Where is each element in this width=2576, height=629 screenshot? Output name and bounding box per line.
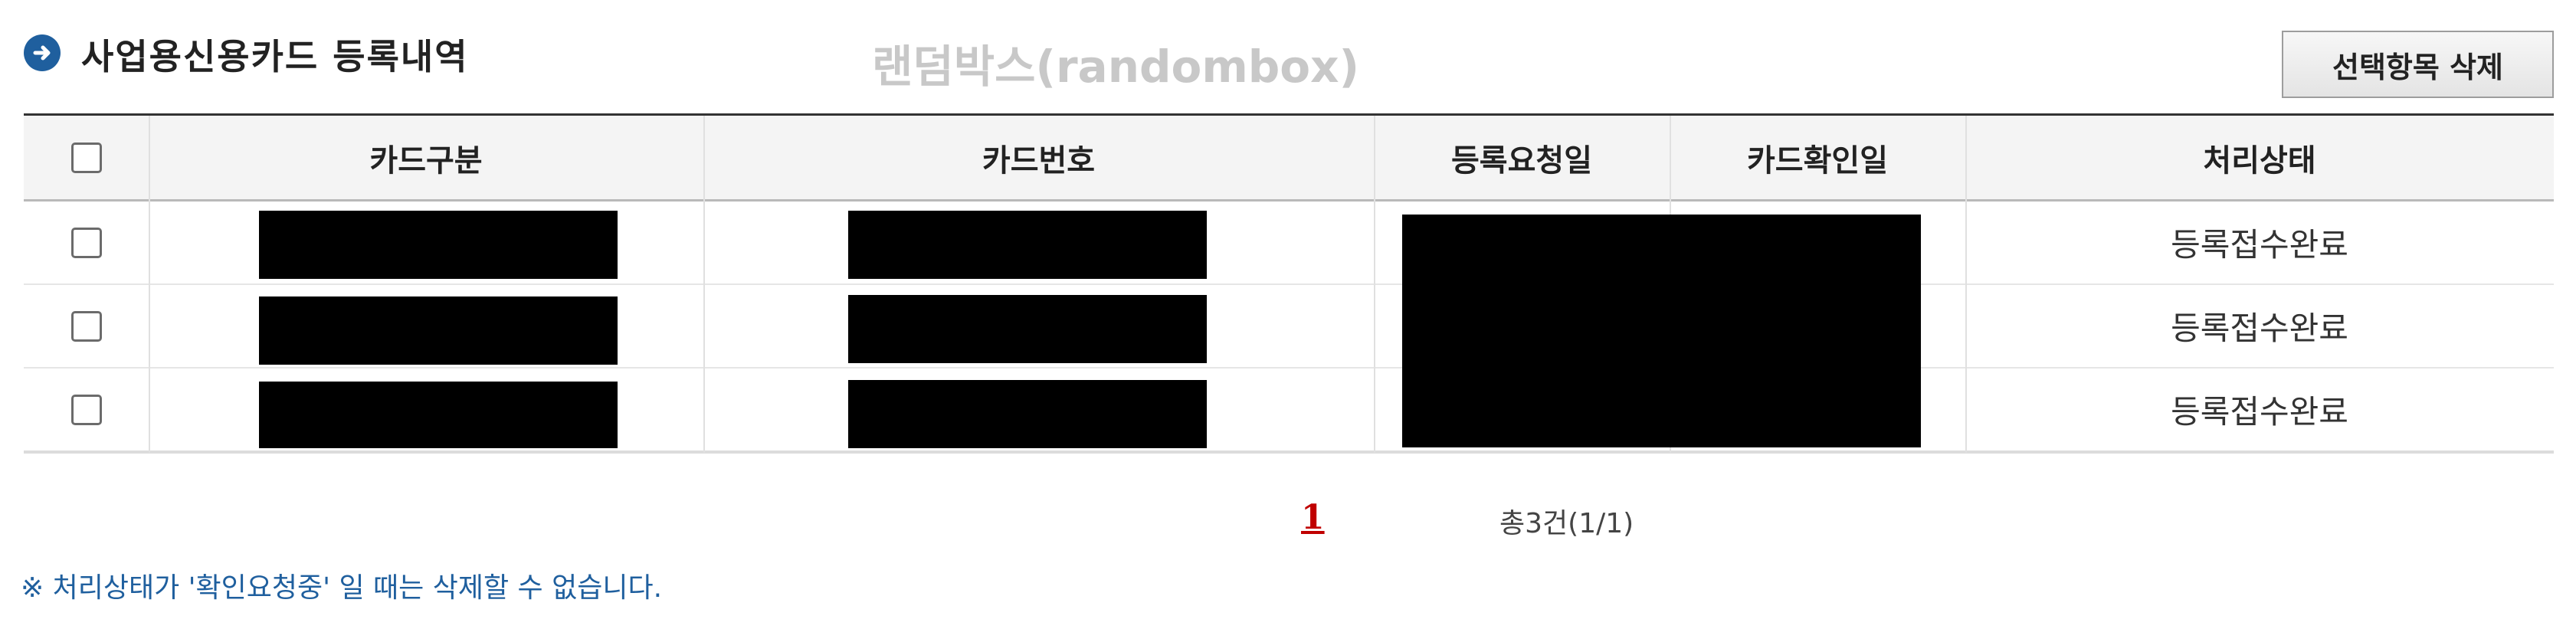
arrow-circle-icon <box>24 34 61 71</box>
redacted-card-type <box>259 382 618 448</box>
column-divider <box>703 116 705 453</box>
column-divider <box>1965 116 1967 453</box>
watermark-text: 랜덤박스(randombox) <box>872 41 1360 93</box>
header-checkbox-cell <box>24 116 149 199</box>
column-divider <box>1374 116 1375 453</box>
table-header: 카드구분 카드번호 등록요청일 카드확인일 처리상태 <box>24 116 2554 201</box>
total-count: 총3건(1/1) <box>1499 508 1634 539</box>
header-confirm-date: 카드확인일 <box>1747 143 1888 179</box>
delete-selected-button[interactable]: 선택항목 삭제 <box>2282 31 2554 98</box>
row-checkbox-cell <box>24 285 149 367</box>
redacted-card-type <box>259 211 618 279</box>
status-cell: 등록접수완료 <box>2171 310 2348 347</box>
header-request-date: 등록요청일 <box>1451 143 1592 179</box>
redacted-card-number <box>848 211 1207 279</box>
column-divider <box>149 116 150 453</box>
redacted-dates <box>1402 215 1921 447</box>
redacted-card-number <box>848 295 1207 363</box>
redacted-card-type <box>259 296 618 365</box>
row-checkbox-cell <box>24 201 149 283</box>
header-card-type: 카드구분 <box>369 143 483 179</box>
delete-restriction-note: ※ 처리상태가 '확인요청중' 일 때는 삭제할 수 없습니다. <box>21 572 663 604</box>
select-all-checkbox[interactable] <box>70 142 102 173</box>
page-title: 사업용신용카드 등록내역 <box>81 36 469 77</box>
page-link-current[interactable]: 1 <box>1301 498 1325 537</box>
redacted-card-number <box>848 380 1207 448</box>
header-status: 처리상태 <box>2203 143 2316 179</box>
row-checkbox[interactable] <box>70 310 102 342</box>
row-checkbox[interactable] <box>70 227 102 258</box>
header-card-number: 카드번호 <box>982 143 1096 179</box>
status-cell: 등록접수완료 <box>2171 393 2348 431</box>
row-checkbox-cell <box>24 369 149 450</box>
status-cell: 등록접수완료 <box>2171 226 2348 264</box>
row-checkbox[interactable] <box>70 394 102 425</box>
